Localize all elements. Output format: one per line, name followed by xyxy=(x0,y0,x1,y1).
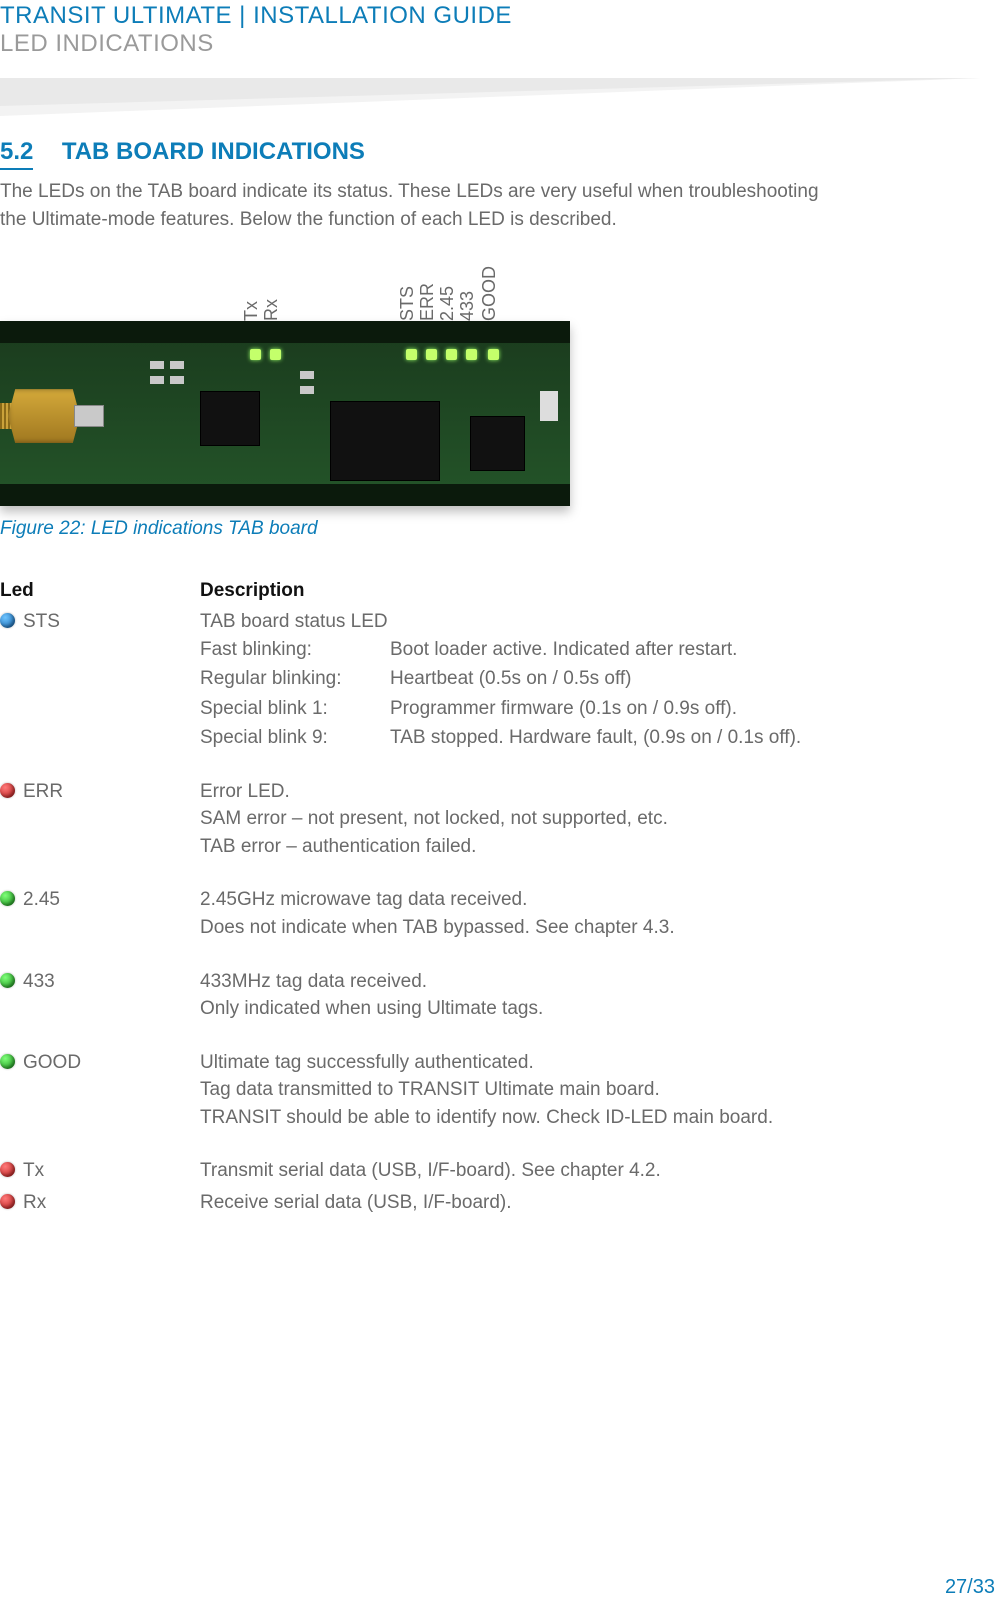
section-title: TAB BOARD INDICATIONS xyxy=(62,138,365,166)
desc-line: Receive serial data (USB, I/F-board). xyxy=(200,1189,981,1217)
sma-connector-icon xyxy=(0,381,110,451)
desc-line: 433MHz tag data received. xyxy=(200,968,981,996)
desc-line: TRANSIT should be able to identify now. … xyxy=(200,1104,981,1132)
desc-line: Ultimate tag successfully authenticated. xyxy=(200,1049,981,1077)
callout-err: ERR xyxy=(417,283,438,321)
led-dot-icon xyxy=(0,613,15,628)
desc-line: Error LED. xyxy=(200,778,981,806)
led-name: Rx xyxy=(23,1189,46,1217)
led-dot-icon xyxy=(0,1162,15,1177)
led-dot-icon xyxy=(0,783,15,798)
desc-line: TAB error – authentication failed. xyxy=(200,833,981,861)
th-led: Led xyxy=(0,580,200,602)
led-dot-icon xyxy=(0,1054,15,1069)
led-dot-icon xyxy=(0,973,15,988)
section-number: 5.2 xyxy=(0,138,33,170)
led-dot-icon xyxy=(0,1194,15,1209)
led-dot-icon xyxy=(0,891,15,906)
led-name: Tx xyxy=(23,1157,44,1185)
led-name: 2.45 xyxy=(23,886,60,914)
callout-rx: Rx xyxy=(261,299,282,321)
sub-table: Fast blinking:Boot loader active. Indica… xyxy=(200,636,981,752)
led-name: STS xyxy=(23,608,60,636)
desc-line: 2.45GHz microwave tag data received. xyxy=(200,886,981,914)
callout-433: 433 xyxy=(457,291,478,321)
table-row: STS TAB board status LEDFast blinking:Boo… xyxy=(0,608,981,752)
page-number: 27/33 xyxy=(945,1576,995,1599)
callout-good: GOOD xyxy=(479,266,500,321)
desc-line: Transmit serial data (USB, I/F-board). S… xyxy=(200,1157,981,1185)
section-heading: 5.2 TAB BOARD INDICATIONS xyxy=(0,138,981,170)
led-cell: 433 xyxy=(0,968,200,1023)
figure: Tx Rx STS ERR 2.45 433 GOOD xyxy=(0,261,981,506)
sub-key: Special blink 1: xyxy=(200,695,390,723)
header-divider xyxy=(0,78,981,118)
sub-value: Boot loader active. Indicated after rest… xyxy=(390,636,981,664)
led-table: Led Description STS TAB board status LEDF… xyxy=(0,580,981,1216)
sub-key: Fast blinking: xyxy=(200,636,390,664)
desc-line: Tag data transmitted to TRANSIT Ultimate… xyxy=(200,1076,981,1104)
desc-cell: 433MHz tag data received.Only indicated … xyxy=(200,968,981,1023)
led-cell: 2.45 xyxy=(0,886,200,941)
led-name: 433 xyxy=(23,968,55,996)
table-row: ERR Error LED.SAM error – not present, no… xyxy=(0,778,981,861)
table-row: Rx Receive serial data (USB, I/F-board). xyxy=(0,1189,981,1217)
section-intro: The LEDs on the TAB board indicate its s… xyxy=(0,178,820,233)
desc-line: Only indicated when using Ultimate tags. xyxy=(200,995,981,1023)
pcb-image xyxy=(0,321,570,506)
led-cell: Tx xyxy=(0,1157,200,1185)
sub-value: Heartbeat (0.5s on / 0.5s off) xyxy=(390,665,981,693)
callout-245: 2.45 xyxy=(437,286,458,321)
sub-key: Regular blinking: xyxy=(200,665,390,693)
desc-cell: 2.45GHz microwave tag data received.Does… xyxy=(200,886,981,941)
table-row: GOOD Ultimate tag successfully authentica… xyxy=(0,1049,981,1132)
figure-caption: Figure 22: LED indications TAB board xyxy=(0,518,981,540)
led-cell: STS xyxy=(0,608,200,752)
table-row: 2.45 2.45GHz microwave tag data received.… xyxy=(0,886,981,941)
desc-line: TAB board status LED xyxy=(200,608,981,636)
desc-cell: Transmit serial data (USB, I/F-board). S… xyxy=(200,1157,981,1185)
led-cell: Rx xyxy=(0,1189,200,1217)
table-row: 433 433MHz tag data received.Only indicat… xyxy=(0,968,981,1023)
led-cell: GOOD xyxy=(0,1049,200,1132)
led-name: ERR xyxy=(23,778,63,806)
table-row: Tx Transmit serial data (USB, I/F-board).… xyxy=(0,1157,981,1185)
led-name: GOOD xyxy=(23,1049,81,1077)
desc-line: Does not indicate when TAB bypassed. See… xyxy=(200,914,981,942)
led-cell: ERR xyxy=(0,778,200,861)
sub-key: Special blink 9: xyxy=(200,724,390,752)
desc-cell: Receive serial data (USB, I/F-board). xyxy=(200,1189,981,1217)
th-desc: Description xyxy=(200,580,981,602)
callout-tx: Tx xyxy=(241,301,262,321)
desc-cell: TAB board status LEDFast blinking:Boot l… xyxy=(200,608,981,752)
desc-cell: Ultimate tag successfully authenticated.… xyxy=(200,1049,981,1132)
desc-line: SAM error – not present, not locked, not… xyxy=(200,805,981,833)
sub-value: TAB stopped. Hardware fault, (0.9s on / … xyxy=(390,724,981,752)
doc-subtitle: LED INDICATIONS xyxy=(0,30,981,58)
sub-value: Programmer firmware (0.1s on / 0.9s off)… xyxy=(390,695,981,723)
doc-title: TRANSIT ULTIMATE | INSTALLATION GUIDE xyxy=(0,2,981,30)
desc-cell: Error LED.SAM error – not present, not l… xyxy=(200,778,981,861)
callout-sts: STS xyxy=(397,286,418,321)
